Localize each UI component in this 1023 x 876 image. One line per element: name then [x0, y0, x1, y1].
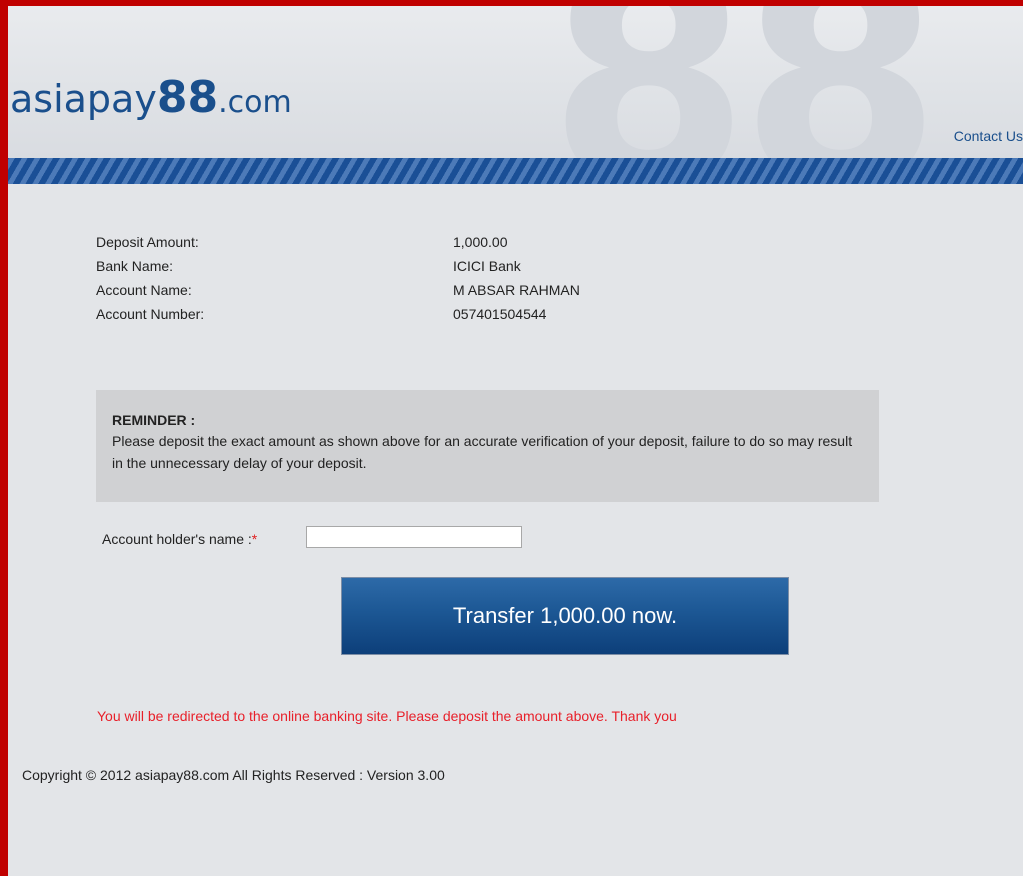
logo-text-88: 88	[156, 72, 219, 123]
header-background-88: 88	[548, 6, 942, 158]
logo: asiapay88.com	[10, 76, 292, 120]
reminder-box: REMINDER : Please deposit the exact amou…	[96, 390, 879, 502]
contact-us-link[interactable]: Contact Us	[954, 128, 1023, 144]
account-holder-label: Account holder's name :*	[102, 531, 257, 547]
transfer-button[interactable]: Transfer 1,000.00 now.	[341, 577, 789, 655]
header-stripe-divider	[8, 158, 1023, 184]
account-name-value: M ABSAR RAHMAN	[453, 282, 580, 298]
bank-name-label: Bank Name:	[96, 258, 174, 274]
account-holder-label-text: Account holder's name :	[102, 531, 252, 547]
page-frame: 88 asiapay88.com Contact Us Deposit Amou…	[8, 6, 1023, 876]
account-number-label: Account Number:	[96, 306, 205, 322]
redirect-notice: You will be redirected to the online ban…	[97, 708, 677, 724]
deposit-amount-label: Deposit Amount:	[96, 234, 199, 250]
account-name-label: Account Name:	[96, 282, 192, 298]
reminder-text: Please deposit the exact amount as shown…	[112, 433, 853, 471]
account-holder-name-input[interactable]	[306, 526, 522, 548]
copyright-footer: Copyright © 2012 asiapay88.com All Right…	[22, 767, 445, 783]
deposit-amount-value: 1,000.00	[453, 234, 508, 250]
logo-text-com: .com	[218, 85, 292, 120]
required-asterisk: *	[251, 531, 258, 547]
bank-name-value: ICICI Bank	[453, 258, 521, 274]
header: 88 asiapay88.com Contact Us	[8, 6, 1023, 158]
reminder-title: REMINDER :	[112, 412, 196, 428]
account-number-value: 057401504544	[453, 306, 547, 322]
logo-text-asiapay: asiapay	[10, 77, 157, 121]
